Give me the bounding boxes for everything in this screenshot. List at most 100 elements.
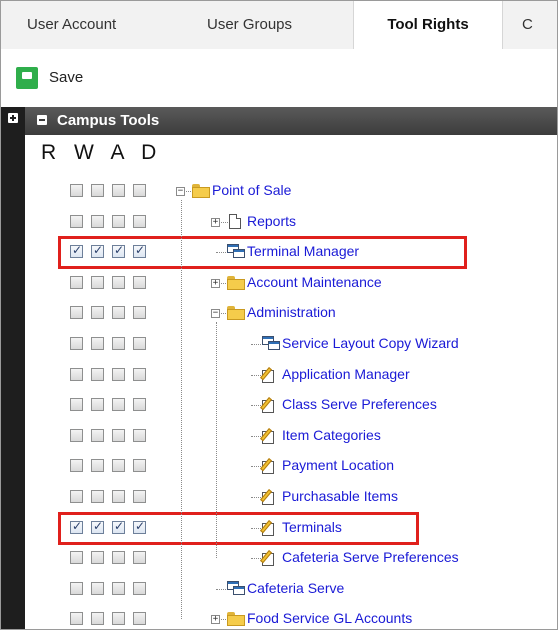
tree-node-link[interactable]: Application Manager <box>282 366 410 382</box>
delete-right-checkbox[interactable] <box>133 306 146 320</box>
tree-node-link[interactable]: Class Serve Preferences <box>282 396 437 412</box>
write-right-checkbox[interactable] <box>91 612 104 626</box>
tree-row: Class Serve Preferences <box>1 390 535 420</box>
delete-right-checkbox[interactable] <box>133 398 146 412</box>
add-right-checkbox[interactable] <box>112 367 125 381</box>
delete-right-checkbox[interactable] <box>133 459 146 473</box>
write-right-checkbox[interactable] <box>91 398 104 412</box>
tree-row: + Food Service GL Accounts <box>1 604 535 629</box>
tree-connector <box>216 322 217 559</box>
delete-right-checkbox[interactable] <box>133 367 146 381</box>
write-right-checkbox[interactable] <box>91 428 104 442</box>
write-right-checkbox[interactable] <box>91 581 104 595</box>
tree-node-link[interactable]: Service Layout Copy Wizard <box>282 335 459 351</box>
tree-node-link[interactable]: Reports <box>247 213 296 229</box>
tree-connector <box>181 200 182 620</box>
expand-all-icon[interactable] <box>8 113 18 123</box>
read-right-checkbox[interactable] <box>70 490 83 503</box>
add-right-checkbox[interactable] <box>112 612 125 626</box>
read-right-checkbox[interactable] <box>70 612 83 626</box>
read-right-checkbox[interactable] <box>70 428 83 442</box>
tree-node-link[interactable]: Cafeteria Serve Preferences <box>282 549 459 565</box>
read-right-checkbox[interactable] <box>70 306 83 320</box>
delete-right-checkbox[interactable] <box>133 214 146 228</box>
highlight-box <box>58 511 419 545</box>
delete-right-checkbox[interactable] <box>133 612 146 626</box>
delete-right-checkbox[interactable] <box>133 184 146 197</box>
add-right-checkbox[interactable] <box>112 275 125 289</box>
delete-right-checkbox[interactable] <box>133 581 146 595</box>
tab-user-groups[interactable]: User Groups <box>207 1 292 49</box>
add-right-checkbox[interactable] <box>112 214 125 228</box>
write-right-checkbox[interactable] <box>91 184 104 197</box>
expand-node-icon[interactable]: + <box>211 615 220 625</box>
highlight-box <box>58 236 467 270</box>
tree-node-link[interactable]: Food Service GL Accounts <box>247 610 412 626</box>
floppy-disk-icon[interactable] <box>16 67 38 89</box>
collapse-node-icon[interactable]: − <box>176 187 185 196</box>
tree-row: Application Manager <box>1 360 535 390</box>
edit-icon <box>260 366 279 383</box>
tree-row: Service Layout Copy Wizard <box>1 329 535 359</box>
write-right-checkbox[interactable] <box>91 306 104 320</box>
add-right-checkbox[interactable] <box>112 306 125 320</box>
tree-node-link[interactable]: Point of Sale <box>212 182 291 198</box>
delete-right-checkbox[interactable] <box>133 428 146 442</box>
add-right-checkbox[interactable] <box>112 459 125 473</box>
tree-node-link[interactable]: Account Maintenance <box>247 274 382 290</box>
panel-title: Campus Tools <box>57 112 160 129</box>
tree-node-link[interactable]: Payment Location <box>282 457 394 473</box>
read-right-checkbox[interactable] <box>70 275 83 289</box>
tree-node-link[interactable]: Cafeteria Serve <box>247 580 344 596</box>
edit-icon <box>260 550 279 567</box>
write-right-checkbox[interactable] <box>91 337 104 350</box>
add-right-checkbox[interactable] <box>112 184 125 197</box>
folder-icon <box>227 612 245 627</box>
read-right-checkbox[interactable] <box>70 184 83 197</box>
tree-row: Purchasable Items <box>1 482 535 512</box>
read-right-checkbox[interactable] <box>70 337 83 350</box>
write-right-checkbox[interactable] <box>91 275 104 289</box>
tree-node-link[interactable]: Purchasable Items <box>282 488 398 504</box>
read-right-checkbox[interactable] <box>70 367 83 381</box>
add-right-checkbox[interactable] <box>112 581 125 595</box>
add-right-checkbox[interactable] <box>112 428 125 442</box>
read-right-checkbox[interactable] <box>70 459 83 473</box>
tree-row: Payment Location <box>1 451 535 481</box>
panel-header: Campus Tools <box>25 107 557 135</box>
expand-node-icon[interactable]: + <box>211 278 220 288</box>
delete-right-checkbox[interactable] <box>133 490 146 503</box>
collapse-icon[interactable] <box>37 115 47 125</box>
write-right-checkbox[interactable] <box>91 490 104 503</box>
edit-icon <box>260 427 279 444</box>
write-right-checkbox[interactable] <box>91 367 104 381</box>
tab-tool-rights[interactable]: Tool Rights <box>353 1 503 50</box>
tree-node-link[interactable]: Administration <box>247 304 336 320</box>
save-button[interactable]: Save <box>49 69 83 86</box>
delete-right-checkbox[interactable] <box>133 551 146 565</box>
folder-icon <box>227 306 245 321</box>
add-right-checkbox[interactable] <box>112 337 125 350</box>
delete-right-checkbox[interactable] <box>133 337 146 350</box>
write-right-checkbox[interactable] <box>91 551 104 565</box>
tree-row: − Administration <box>1 298 535 328</box>
add-right-checkbox[interactable] <box>112 490 125 503</box>
tree-node-link[interactable]: Item Categories <box>282 427 381 443</box>
edit-icon <box>260 397 279 414</box>
expand-node-icon[interactable]: + <box>211 217 220 227</box>
tab-user-account[interactable]: User Account <box>27 1 116 49</box>
add-right-checkbox[interactable] <box>112 398 125 412</box>
read-right-checkbox[interactable] <box>70 214 83 228</box>
read-right-checkbox[interactable] <box>70 398 83 412</box>
read-right-checkbox[interactable] <box>70 581 83 595</box>
write-right-checkbox[interactable] <box>91 459 104 473</box>
delete-right-checkbox[interactable] <box>133 275 146 289</box>
write-right-checkbox[interactable] <box>91 214 104 228</box>
add-right-checkbox[interactable] <box>112 551 125 565</box>
collapse-node-icon[interactable]: − <box>211 309 220 319</box>
tab-c[interactable]: C <box>522 1 533 49</box>
read-right-checkbox[interactable] <box>70 551 83 565</box>
tree-row: Cafeteria Serve <box>1 574 535 604</box>
tree-row: Cafeteria Serve Preferences <box>1 543 535 573</box>
toolbar: Save <box>1 49 557 107</box>
